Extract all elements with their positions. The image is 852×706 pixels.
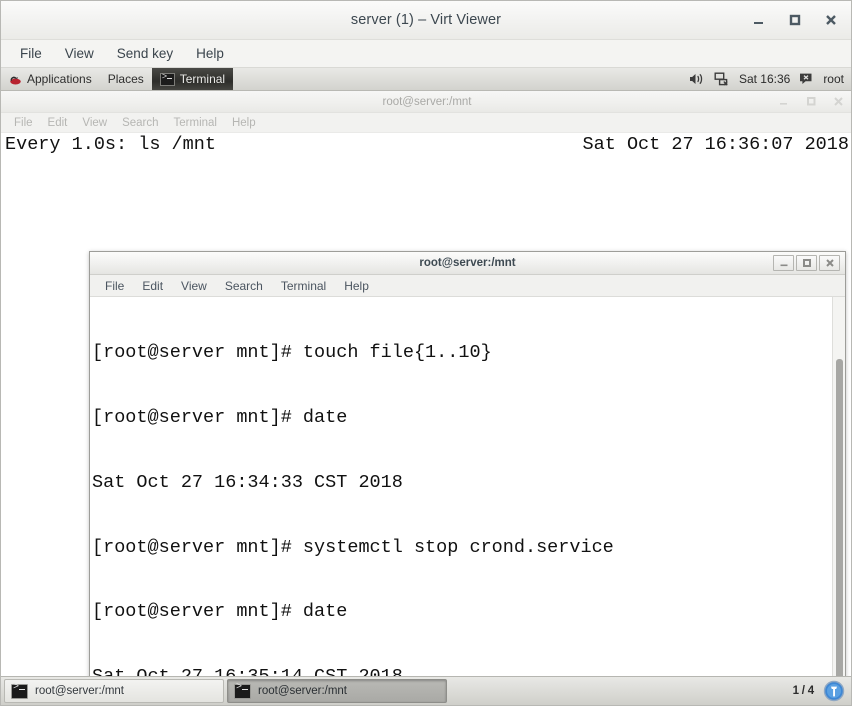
network-disconnected-icon[interactable] [714, 72, 730, 86]
menu-help[interactable]: Help [187, 43, 233, 64]
foreground-window-controls [773, 255, 840, 271]
virt-viewer-titlebar: server (1) – Virt Viewer [1, 1, 851, 40]
foreground-terminal-screen[interactable]: [root@server mnt]# touch file{1..10} [ro… [90, 297, 832, 705]
menu-view[interactable]: View [174, 277, 214, 295]
panel-clock[interactable]: Sat 16:36 [739, 72, 790, 86]
maximize-button[interactable] [796, 255, 817, 271]
maximize-button[interactable] [787, 12, 803, 28]
redhat-icon [10, 76, 21, 84]
close-button[interactable] [819, 255, 840, 271]
taskbar-item[interactable]: root@server:/mnt [4, 679, 224, 703]
menu-view[interactable]: View [56, 43, 103, 64]
menu-help[interactable]: Help [337, 277, 376, 295]
panel-window-label: Terminal [179, 72, 226, 86]
virt-viewer-menubar: File View Send key Help [1, 40, 851, 68]
watch-timestamp: Sat Oct 27 16:36:07 2018 [582, 134, 849, 155]
taskbar-item-label: root@server:/mnt [35, 685, 125, 697]
menu-send-key[interactable]: Send key [108, 43, 182, 64]
menu-search[interactable]: Search [218, 277, 270, 295]
trash-icon[interactable] [823, 680, 845, 702]
places-menu[interactable]: Places [100, 68, 152, 90]
foreground-terminal-body: [root@server mnt]# touch file{1..10} [ro… [90, 297, 845, 705]
foreground-terminal-window[interactable]: root@server:/mnt File Edit View Search T… [89, 251, 846, 705]
menu-edit[interactable]: Edit [135, 277, 170, 295]
menu-edit[interactable]: Edit [42, 115, 74, 131]
minimize-button[interactable] [773, 255, 794, 271]
virt-viewer-window: server (1) – Virt Viewer File View Send … [0, 0, 852, 706]
gnome-top-panel: Applications Places Terminal [1, 68, 851, 91]
applications-menu[interactable]: Applications [1, 68, 100, 90]
menu-terminal[interactable]: Terminal [274, 277, 333, 295]
chat-icon[interactable] [799, 72, 814, 86]
foreground-terminal-titlebar[interactable]: root@server:/mnt [90, 252, 845, 275]
menu-file[interactable]: File [8, 115, 39, 131]
menu-file[interactable]: File [98, 277, 131, 295]
volume-icon[interactable] [689, 72, 705, 86]
terminal-line: Sat Oct 27 16:34:33 CST 2018 [92, 471, 403, 493]
window-title: server (1) – Virt Viewer [350, 12, 502, 28]
menu-terminal[interactable]: Terminal [168, 115, 223, 131]
guest-display: Applications Places Terminal [1, 68, 851, 705]
foreground-terminal-menubar: File Edit View Search Terminal Help [90, 275, 845, 297]
panel-window-terminal[interactable]: Terminal [151, 68, 234, 90]
panel-right-group: Sat 16:36 root [689, 68, 851, 90]
close-button[interactable] [832, 95, 845, 108]
watch-command: Every 1.0s: ls /mnt [5, 134, 216, 155]
terminal-line: [root@server mnt]# date [92, 406, 348, 428]
applications-label: Applications [27, 72, 92, 86]
background-terminal-titlebar: root@server:/mnt [1, 91, 851, 113]
terminal-icon [11, 682, 28, 699]
workspace-switcher[interactable]: 1 / 4 [787, 685, 820, 697]
close-button[interactable] [823, 12, 839, 28]
watch-header-line: Every 1.0s: ls /mnt Sat Oct 27 16:36:07 … [1, 133, 851, 156]
terminal-line: [root@server mnt]# systemctl stop crond.… [92, 536, 614, 558]
gnome-window-list: root@server:/mnt root@server:/mnt 1 / 4 [1, 676, 851, 705]
terminal-icon [234, 682, 251, 699]
menu-file[interactable]: File [11, 43, 51, 64]
terminal-line: [root@server mnt]# touch file{1..10} [92, 342, 492, 364]
background-terminal-menubar: File Edit View Search Terminal Help [1, 113, 851, 133]
minimize-button[interactable] [751, 12, 767, 28]
maximize-button[interactable] [805, 95, 818, 108]
menu-view[interactable]: View [76, 115, 113, 131]
menu-search[interactable]: Search [116, 115, 164, 131]
panel-user-label[interactable]: root [823, 72, 844, 86]
window-controls [751, 1, 839, 39]
panel-left-group: Applications Places Terminal [1, 68, 234, 90]
minimize-button[interactable] [778, 95, 791, 108]
menu-help[interactable]: Help [226, 115, 262, 131]
places-label: Places [107, 72, 144, 86]
terminal-line: [root@server mnt]# date [92, 601, 348, 623]
background-terminal-title: root@server:/mnt [382, 95, 472, 108]
terminal-icon [159, 72, 175, 86]
background-window-controls [778, 91, 845, 112]
foreground-terminal-title: root@server:/mnt [419, 257, 516, 269]
terminal-scrollbar[interactable] [832, 297, 845, 705]
terminal-scrollbar-thumb[interactable] [836, 359, 843, 705]
taskbar-item-label: root@server:/mnt [258, 685, 348, 697]
taskbar-item[interactable]: root@server:/mnt [227, 679, 447, 703]
